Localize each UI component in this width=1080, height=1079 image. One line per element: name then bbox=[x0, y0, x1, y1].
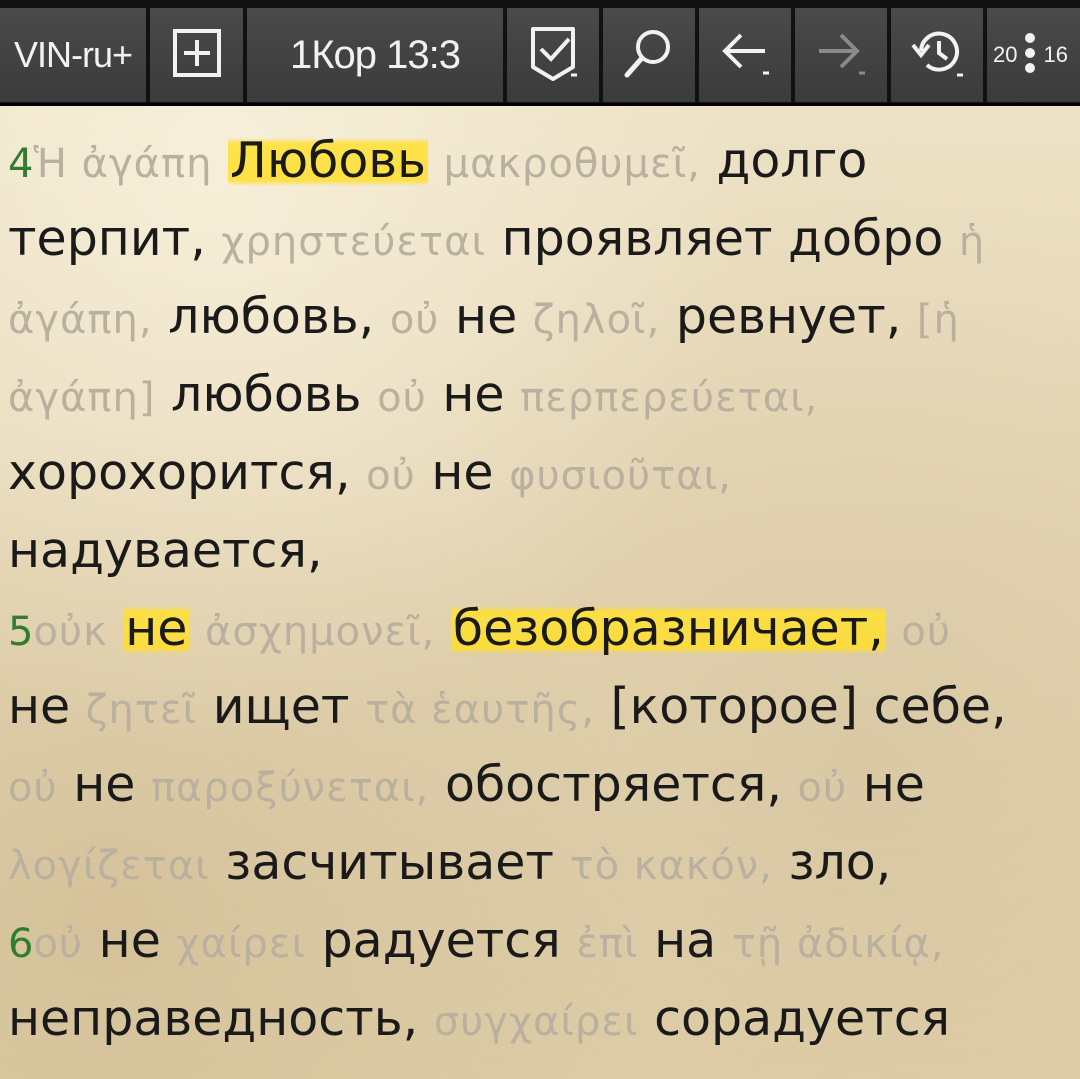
top-toolbar: VIN-ru+ 1Кор 13:3 20 16 bbox=[0, 0, 1080, 106]
forward-button[interactable] bbox=[795, 8, 887, 102]
text-line: не ζητεῖ ищет τὰ ἑαυτῆς, [которое] себе, bbox=[8, 668, 1072, 746]
text-line: 5οὐκ не ἀσχημονεῖ, безобразничает, οὐ bbox=[8, 590, 1072, 668]
greek-word[interactable]: οὐκ bbox=[33, 609, 107, 655]
verse-block[interactable]: 6οὐ не χαίρει радуется ἐπὶ на τῇ ἀδικίᾳ,… bbox=[8, 902, 1072, 1058]
text-line: οὐ не παροξύνεται, обостряется, οὐ не bbox=[8, 746, 1072, 824]
russian-word[interactable]: Любовь bbox=[228, 132, 429, 189]
greek-word[interactable]: μακροθυμεῖ, bbox=[444, 141, 701, 187]
russian-word[interactable]: ревнует, bbox=[676, 288, 901, 345]
greek-word[interactable]: οὐ bbox=[798, 765, 848, 811]
greek-word[interactable]: περπερεύεται, bbox=[520, 375, 818, 421]
greek-word[interactable]: φυσιοῦται, bbox=[509, 453, 732, 499]
russian-word[interactable]: неправедность, bbox=[8, 990, 418, 1047]
russian-word[interactable]: [которое] себе, bbox=[610, 678, 1006, 735]
greek-word[interactable]: χρηστεύεται bbox=[221, 219, 486, 265]
greek-word[interactable]: ἡ bbox=[959, 219, 985, 265]
russian-word[interactable]: обостряется, bbox=[445, 756, 782, 813]
page-indicator-left: 20 bbox=[993, 42, 1018, 67]
menu-button[interactable]: 20 16 bbox=[987, 8, 1080, 102]
greek-word[interactable]: οὐ bbox=[390, 297, 440, 343]
greek-word[interactable]: χαίρει bbox=[176, 921, 306, 967]
text-line: неправедность, συγχαίρει сорадуется bbox=[8, 980, 1072, 1058]
russian-word[interactable]: зло, bbox=[788, 834, 891, 891]
back-button[interactable] bbox=[699, 8, 791, 102]
russian-word[interactable]: не bbox=[8, 678, 70, 735]
verse-block[interactable]: 5οὐκ не ἀσχημονεῖ, безобразничает, οὐ не … bbox=[8, 590, 1072, 902]
russian-word[interactable]: проявляет добро bbox=[502, 210, 944, 267]
russian-word[interactable]: не bbox=[863, 756, 925, 813]
more-vert-icon bbox=[1023, 31, 1037, 79]
back-arrow-icon bbox=[717, 25, 773, 85]
bookmark-check-icon bbox=[525, 23, 581, 87]
reference-button[interactable]: 1Кор 13:3 bbox=[247, 8, 503, 102]
greek-word[interactable]: οὐ bbox=[901, 609, 951, 655]
text-line: хорохорится, οὐ не φυσιοῦται, bbox=[8, 434, 1072, 512]
greek-word[interactable]: οὐ bbox=[366, 453, 416, 499]
russian-word[interactable]: сорадуется bbox=[654, 990, 950, 1047]
history-icon bbox=[907, 25, 967, 85]
greek-word[interactable]: οὐ bbox=[377, 375, 427, 421]
reference-label: 1Кор 13:3 bbox=[289, 32, 461, 77]
greek-word[interactable]: ἀγάπη, bbox=[8, 297, 153, 343]
add-tab-icon bbox=[171, 27, 223, 83]
page-indicator-right: 16 bbox=[1043, 42, 1068, 67]
text-line: ἀγάπη, любовь, οὐ не ζηλοῖ, ревнует, [ἡ bbox=[8, 278, 1072, 356]
russian-word[interactable]: ищет bbox=[213, 678, 350, 735]
russian-word[interactable]: любовь bbox=[171, 366, 362, 423]
verse-number[interactable]: 4 bbox=[8, 141, 33, 187]
text-line: 4Ἡ ἀγάπη Любовь μακροθυμεῖ, долго bbox=[8, 122, 1072, 200]
search-button[interactable] bbox=[603, 8, 695, 102]
russian-word[interactable]: не bbox=[455, 288, 517, 345]
greek-word[interactable]: ἀγάπη] bbox=[8, 375, 155, 421]
russian-word[interactable]: не bbox=[123, 600, 190, 657]
russian-word[interactable]: на bbox=[654, 912, 716, 969]
greek-word[interactable]: οὐ bbox=[33, 921, 83, 967]
greek-word[interactable]: ζηλοῖ, bbox=[533, 297, 661, 343]
text-line: 6οὐ не χαίρει радуется ἐπὶ на τῇ ἀδικίᾳ, bbox=[8, 902, 1072, 980]
greek-word[interactable]: παροξύνεται, bbox=[151, 765, 429, 811]
russian-word[interactable]: долго bbox=[716, 132, 867, 189]
russian-word[interactable]: не bbox=[99, 912, 161, 969]
text-line: λογίζεται засчитывает τὸ κακόν, зло, bbox=[8, 824, 1072, 902]
russian-word[interactable]: безобразничает, bbox=[450, 600, 886, 657]
translation-label: VIN-ru+ bbox=[13, 34, 133, 75]
russian-word[interactable]: хорохорится, bbox=[8, 444, 351, 501]
greek-word[interactable]: συγχαίρει bbox=[434, 999, 639, 1045]
text-line: ἀγάπη] любовь οὐ не περπερεύεται, bbox=[8, 356, 1072, 434]
search-icon bbox=[621, 25, 677, 85]
greek-word[interactable]: τῇ ἀδικίᾳ, bbox=[732, 921, 945, 967]
greek-word[interactable]: Ἡ ἀγάπη bbox=[33, 141, 212, 187]
greek-word[interactable]: τὰ ἑαυτῆς, bbox=[365, 687, 595, 733]
add-tab-button[interactable] bbox=[150, 8, 243, 102]
history-button[interactable] bbox=[891, 8, 983, 102]
greek-word[interactable]: τὸ κακόν, bbox=[570, 843, 773, 889]
verse-block[interactable]: 4Ἡ ἀγάπη Любовь μακροθυμεῖ, долго терпит,… bbox=[8, 122, 1072, 590]
russian-word[interactable]: засчитывает bbox=[225, 834, 554, 891]
bookmark-button[interactable] bbox=[507, 8, 599, 102]
verse-number[interactable]: 6 bbox=[8, 921, 33, 967]
translation-selector-button[interactable]: VIN-ru+ bbox=[0, 8, 146, 102]
russian-word[interactable]: не bbox=[431, 444, 493, 501]
text-line: терпит, χρηστεύεται проявляет добро ἡ bbox=[8, 200, 1072, 278]
russian-word[interactable]: надувается, bbox=[8, 522, 323, 579]
russian-word[interactable]: любовь, bbox=[168, 288, 374, 345]
verse-number[interactable]: 5 bbox=[8, 609, 33, 655]
bible-text-content[interactable]: 4Ἡ ἀγάπη Любовь μακροθυμεῖ, долго терпит,… bbox=[8, 122, 1072, 1058]
forward-arrow-icon bbox=[813, 25, 869, 85]
greek-word[interactable]: ἐπὶ bbox=[576, 921, 638, 967]
text-line: надувается, bbox=[8, 512, 1072, 590]
russian-word[interactable]: не bbox=[442, 366, 504, 423]
russian-word[interactable]: терпит, bbox=[8, 210, 206, 267]
greek-word[interactable]: οὐ bbox=[8, 765, 58, 811]
greek-word[interactable]: ζητεῖ bbox=[86, 687, 197, 733]
russian-word[interactable]: не bbox=[73, 756, 135, 813]
russian-word[interactable]: радуется bbox=[322, 912, 561, 969]
greek-word[interactable]: [ἡ bbox=[917, 297, 960, 343]
greek-word[interactable]: λογίζεται bbox=[8, 843, 210, 889]
greek-word[interactable]: ἀσχημονεῖ, bbox=[205, 609, 435, 655]
